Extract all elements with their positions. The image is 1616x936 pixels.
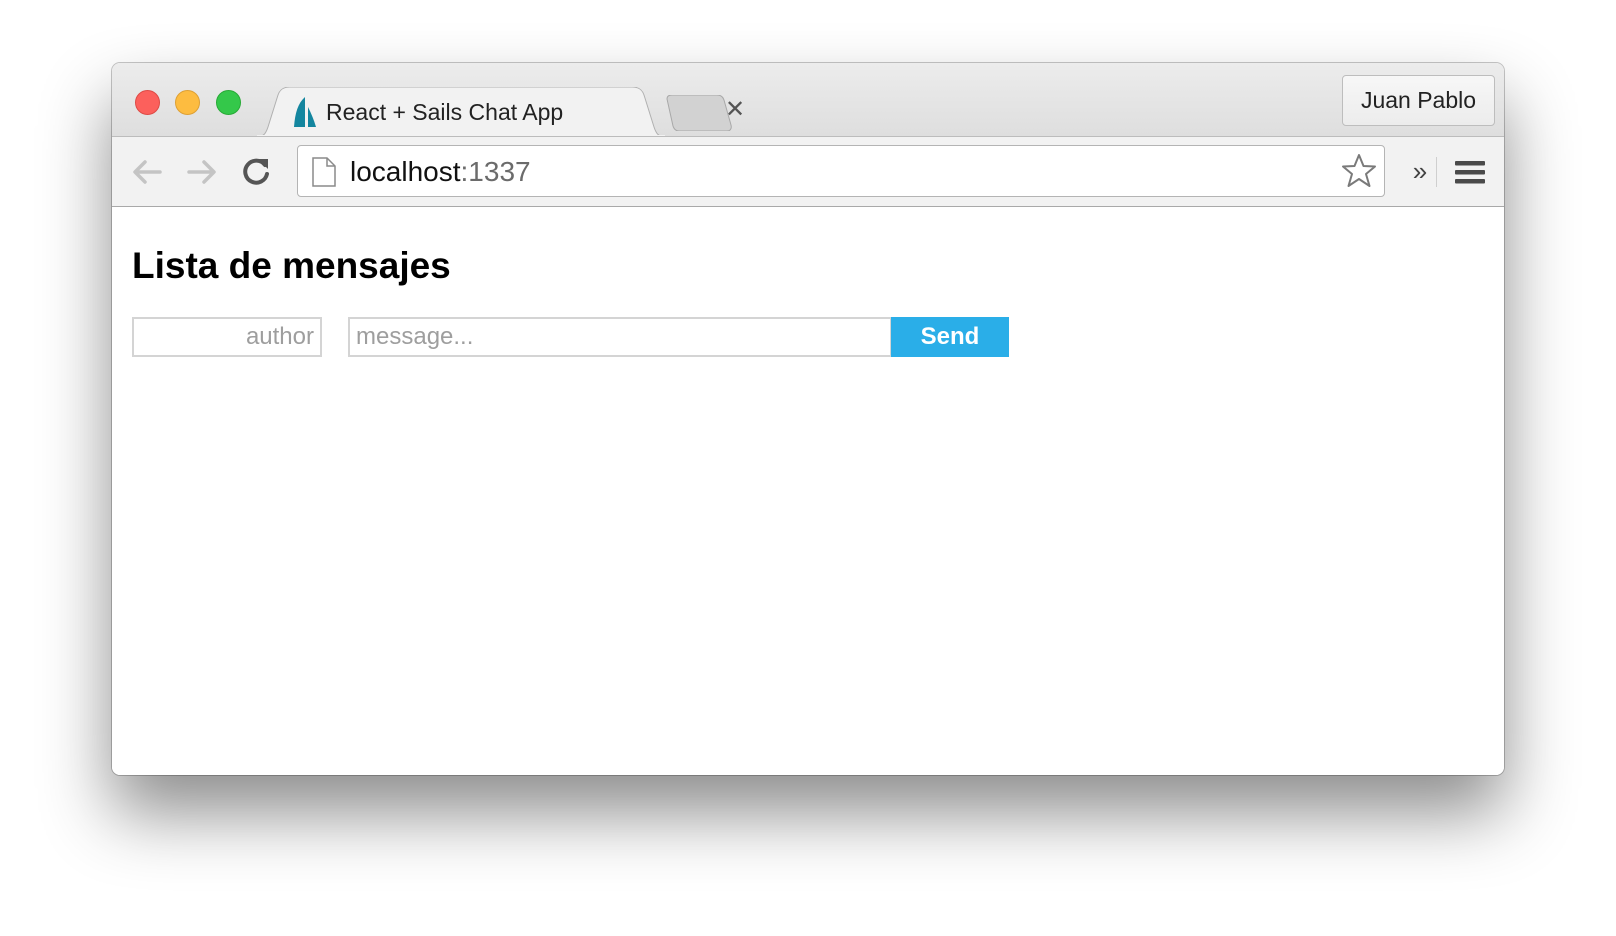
profile-button[interactable]: Juan Pablo xyxy=(1342,75,1495,126)
browser-toolbar: localhost:1337 » xyxy=(112,136,1504,207)
new-tab-button[interactable] xyxy=(665,95,735,131)
reload-icon[interactable] xyxy=(239,155,273,189)
url-text: localhost:1337 xyxy=(350,156,531,188)
message-input[interactable] xyxy=(348,317,892,357)
chevron-double-right-icon[interactable]: » xyxy=(1407,151,1433,191)
hamburger-menu-icon[interactable] xyxy=(1453,155,1487,189)
browser-window: React + Sails Chat App ✕ Juan Pablo loca… xyxy=(112,63,1504,775)
close-window-button[interactable] xyxy=(135,90,160,115)
page-title: Lista de mensajes xyxy=(132,245,451,286)
page-content: Lista de mensajes Send xyxy=(112,207,1504,775)
title-bar: React + Sails Chat App ✕ Juan Pablo xyxy=(112,63,1504,137)
minimize-window-button[interactable] xyxy=(175,90,200,115)
address-bar[interactable]: localhost:1337 xyxy=(297,145,1385,197)
star-icon[interactable] xyxy=(1340,152,1378,190)
author-input[interactable] xyxy=(132,317,322,357)
forward-arrow-icon[interactable] xyxy=(185,155,219,189)
zoom-window-button[interactable] xyxy=(216,90,241,115)
send-button[interactable]: Send xyxy=(891,317,1009,357)
back-arrow-icon[interactable] xyxy=(130,155,164,189)
url-port: :1337 xyxy=(460,156,531,187)
toolbar-divider xyxy=(1436,157,1437,187)
tab-active[interactable]: React + Sails Chat App ✕ xyxy=(256,87,745,137)
tab-title: React + Sails Chat App xyxy=(326,99,564,125)
page-icon xyxy=(312,157,336,187)
sails-logo-icon xyxy=(294,97,316,127)
url-host: localhost xyxy=(350,156,461,187)
